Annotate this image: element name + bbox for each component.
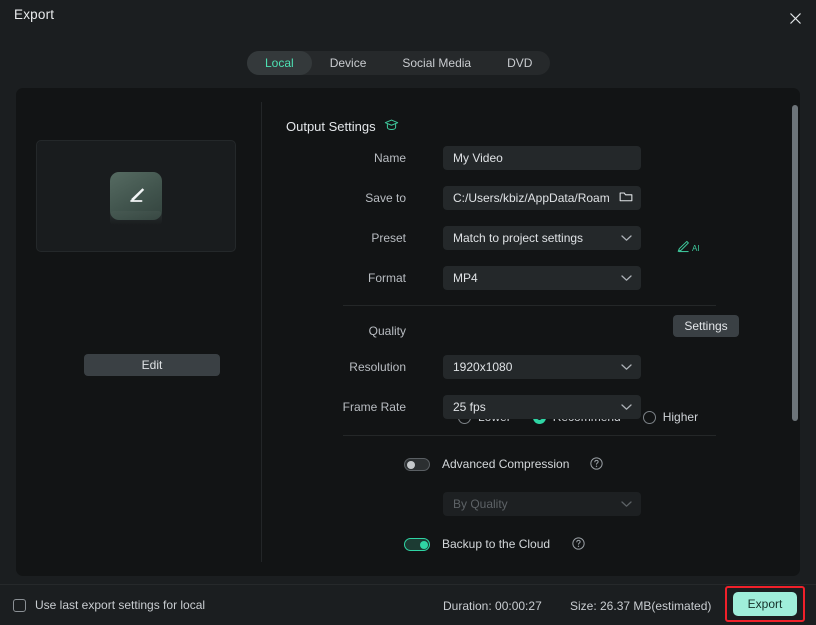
save-to-label: Save to	[365, 191, 406, 205]
tab-local-label: Local	[265, 56, 294, 70]
quality-label: Quality	[368, 324, 406, 338]
quality-option-higher-label: Higher	[662, 410, 699, 424]
radio-icon	[642, 410, 656, 424]
frame-rate-value: 25 fps	[453, 400, 486, 414]
footer-divider	[0, 584, 816, 585]
backup-cloud-label: Backup to the Cloud	[442, 537, 551, 551]
folder-icon[interactable]	[619, 190, 633, 206]
tab-device-label: Device	[329, 56, 367, 70]
graduation-cap-icon[interactable]	[384, 118, 399, 135]
chevron-down-icon	[621, 400, 632, 414]
chevron-down-icon	[621, 360, 632, 374]
export-button[interactable]: Export	[733, 592, 797, 616]
tab-device[interactable]: Device	[312, 51, 385, 75]
preview-reflection	[110, 211, 162, 225]
chevron-down-icon	[621, 231, 632, 245]
format-select[interactable]: MP4	[443, 266, 641, 290]
resolution-select[interactable]: 1920x1080	[443, 355, 641, 379]
ai-pen-icon[interactable]: AI	[676, 236, 702, 256]
divider-quality	[343, 305, 716, 306]
use-last-settings-checkbox[interactable]: Use last export settings for local	[13, 598, 205, 612]
frame-rate-label: Frame Rate	[342, 400, 406, 414]
preset-value: Match to project settings	[453, 231, 584, 245]
preset-settings-button[interactable]: Settings	[673, 315, 739, 337]
save-to-input[interactable]: C:/Users/kbiz/AppData/Roam	[443, 186, 641, 210]
settings-scrollbar-thumb[interactable]	[792, 105, 798, 421]
page-title: Export	[14, 7, 55, 22]
close-icon[interactable]	[782, 5, 808, 31]
panel-vertical-divider	[261, 102, 262, 562]
duration-text: Duration: 00:00:27	[443, 599, 542, 613]
save-to-value: C:/Users/kbiz/AppData/Roam	[453, 191, 610, 205]
resolution-value: 1920x1080	[453, 360, 513, 374]
format-label: Format	[367, 271, 406, 285]
name-label: Name	[373, 151, 406, 165]
tab-social-media[interactable]: Social Media	[384, 51, 489, 75]
tab-local[interactable]: Local	[247, 51, 312, 75]
ai-badge-label: AI	[692, 243, 700, 253]
tab-dvd-label: DVD	[507, 56, 533, 70]
title-bar: Export	[0, 0, 816, 36]
name-input-value: My Video	[453, 151, 503, 165]
resolution-label: Resolution	[349, 360, 406, 374]
tab-strip: Local Device Social Media DVD	[247, 51, 551, 75]
advanced-compression-toggle[interactable]	[404, 458, 430, 471]
size-text: Size: 26.37 MB(estimated)	[570, 599, 712, 613]
divider-advanced	[343, 435, 716, 436]
checkbox-icon	[13, 598, 26, 612]
advanced-compression-label: Advanced Compression	[442, 457, 570, 471]
tab-dvd[interactable]: DVD	[489, 51, 550, 75]
settings-panel: Edit Output Settings Name My Video AI Sa…	[16, 88, 800, 576]
format-value: MP4	[453, 271, 478, 285]
backup-cloud-toggle[interactable]	[404, 538, 430, 551]
output-settings-heading: Output Settings	[286, 118, 399, 135]
frame-rate-select[interactable]: 25 fps	[443, 395, 641, 419]
name-input[interactable]: My Video	[443, 146, 641, 170]
help-circle-icon[interactable]	[572, 537, 585, 550]
compression-mode-select: By Quality	[443, 492, 641, 516]
video-preview[interactable]	[36, 140, 236, 252]
edit-button[interactable]: Edit	[84, 354, 220, 376]
chevron-down-icon	[621, 271, 632, 285]
output-settings-label: Output Settings	[286, 119, 376, 134]
export-dialog: Export Local Device Social Media DVD Edi…	[0, 0, 816, 625]
compression-mode-placeholder: By Quality	[453, 497, 508, 511]
help-circle-icon[interactable]	[590, 457, 603, 470]
preset-select[interactable]: Match to project settings	[443, 226, 641, 250]
edit-button-label: Edit	[141, 358, 163, 372]
preset-label: Preset	[371, 231, 406, 245]
chevron-down-icon	[621, 497, 632, 511]
preset-settings-label: Settings	[684, 319, 728, 333]
export-button-label: Export	[747, 597, 783, 611]
use-last-settings-label: Use last export settings for local	[35, 598, 206, 612]
quality-option-higher[interactable]: Higher	[642, 410, 699, 424]
tab-social-media-label: Social Media	[402, 56, 472, 70]
